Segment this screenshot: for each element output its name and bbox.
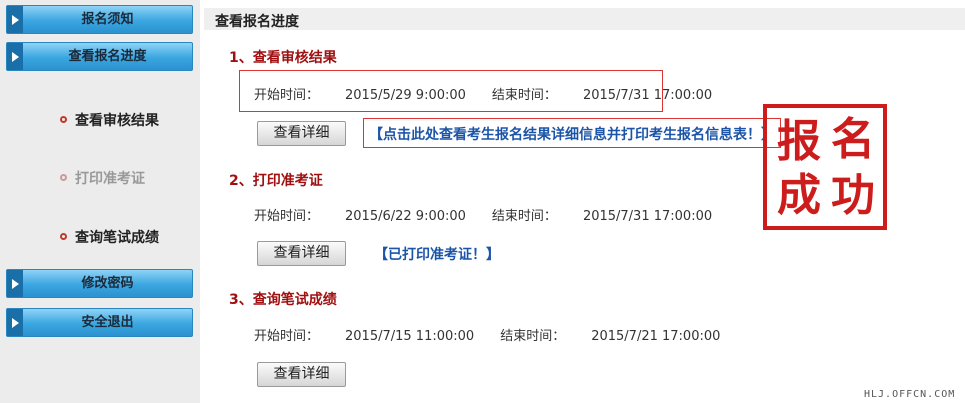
print-registration-link[interactable]: 【点击此处查看考生报名结果详细信息并打印考生报名信息表！】 bbox=[369, 124, 775, 144]
start-time: 开始时间： 2015/7/15 11:00:00 bbox=[254, 329, 475, 344]
sidebar-item-label: 查询笔试成绩 bbox=[75, 230, 159, 246]
sidebar-item-print-admission[interactable]: 打印准考证 bbox=[60, 168, 145, 188]
nav-button-registration-notice[interactable]: 报名须知 bbox=[6, 5, 193, 34]
arrow-right-icon bbox=[7, 270, 23, 297]
time-row-admission: 开始时间： 2015/6/22 9:00:00 结束时间： 2015/7/31 17:… bbox=[254, 205, 738, 224]
header-bar bbox=[204, 8, 965, 30]
start-time: 开始时间： 2015/6/22 9:00:00 bbox=[254, 209, 466, 224]
page-title: 查看报名进度 bbox=[215, 14, 299, 30]
arrow-right-icon bbox=[7, 309, 23, 336]
view-detail-button[interactable]: 查看详细 bbox=[257, 241, 346, 266]
nav-button-logout[interactable]: 安全退出 bbox=[6, 308, 193, 337]
sidebar-item-review-result[interactable]: 查看审核结果 bbox=[60, 110, 159, 130]
section-title-review: 1、查看审核结果 bbox=[229, 50, 337, 66]
time-row-review: 开始时间： 2015/5/29 9:00:00 结束时间： 2015/7/31 17:… bbox=[254, 84, 738, 103]
end-time: 结束时间： 2015/7/31 17:00:00 bbox=[491, 209, 713, 224]
end-time: 结束时间： 2015/7/31 17:00:00 bbox=[491, 88, 713, 103]
section-title-score: 3、查询笔试成绩 bbox=[229, 292, 337, 308]
sidebar-item-label: 查看审核结果 bbox=[75, 113, 159, 129]
section-title-admission: 2、打印准考证 bbox=[229, 173, 323, 189]
view-detail-button[interactable]: 查看详细 bbox=[257, 362, 346, 387]
nav-button-change-password[interactable]: 修改密码 bbox=[6, 269, 193, 298]
stamp-char: 名 bbox=[831, 114, 875, 165]
time-row-score: 开始时间： 2015/7/15 11:00:00 结束时间： 2015/7/21 17… bbox=[254, 325, 746, 344]
nav-label: 安全退出 bbox=[81, 315, 134, 330]
start-time: 开始时间： 2015/5/29 9:00:00 bbox=[254, 88, 466, 103]
arrow-right-icon bbox=[7, 6, 23, 33]
stamp-char: 成 bbox=[777, 170, 821, 221]
view-detail-button[interactable]: 查看详细 bbox=[257, 121, 346, 146]
nav-label: 修改密码 bbox=[81, 276, 134, 291]
watermark: HLJ.OFFCN.COM bbox=[864, 389, 956, 400]
registration-success-stamp: 报 名 成 功 bbox=[763, 104, 887, 230]
nav-label: 报名须知 bbox=[81, 12, 134, 27]
bullet-icon bbox=[60, 173, 67, 181]
arrow-right-icon bbox=[7, 43, 23, 70]
bullet-icon bbox=[60, 115, 67, 123]
admission-printed-link[interactable]: 【已打印准考证！】 bbox=[374, 244, 500, 264]
sidebar-item-query-score[interactable]: 查询笔试成绩 bbox=[60, 227, 159, 247]
main-header: 查看报名进度 bbox=[200, 0, 965, 38]
sidebar: 报名须知 查看报名进度 查看审核结果 打印准考证 查询笔试成绩 修改密码 安全退… bbox=[0, 0, 200, 403]
stamp-char: 报 bbox=[777, 116, 821, 167]
nav-label: 查看报名进度 bbox=[68, 49, 147, 64]
bullet-icon bbox=[60, 232, 67, 240]
sidebar-item-label: 打印准考证 bbox=[75, 171, 145, 187]
nav-button-view-progress[interactable]: 查看报名进度 bbox=[6, 42, 193, 71]
stamp-char: 功 bbox=[831, 170, 875, 221]
end-time: 结束时间： 2015/7/21 17:00:00 bbox=[500, 329, 721, 344]
